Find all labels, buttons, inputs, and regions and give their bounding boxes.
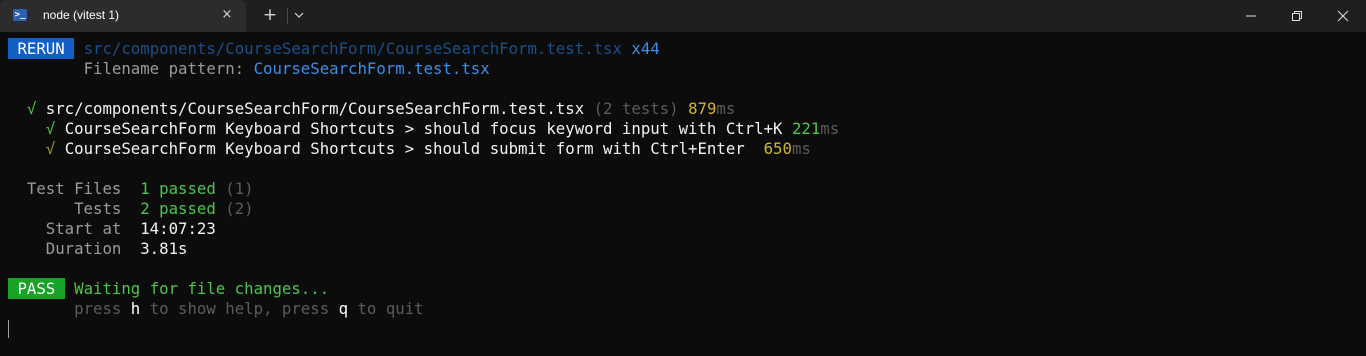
help-text: press [74, 299, 131, 318]
tab-separator [287, 8, 288, 24]
close-icon [1337, 10, 1349, 22]
summary-label: Test Files [26, 179, 141, 198]
help-text: to show help, press [140, 299, 339, 318]
file-path: src/components/CourseSearchForm/CourseSe… [45, 99, 585, 118]
file-time: 879 [688, 99, 717, 118]
rerun-badge: RERUN [8, 38, 75, 59]
minimize-button[interactable] [1228, 0, 1274, 32]
help-key-q: q [338, 299, 349, 318]
summary-label: Tests [26, 199, 141, 218]
new-tab-button[interactable]: + [260, 5, 280, 25]
summary-label: Duration [26, 239, 141, 258]
summary-test-files: Test Files 1 passed (1) [8, 179, 254, 199]
waiting-message: Waiting for file changes... [74, 279, 330, 298]
summary-total: (2) [215, 199, 254, 218]
pattern-label: Filename pattern: [83, 59, 254, 78]
test-result-line: √ CourseSearchForm Keyboard Shortcuts > … [8, 119, 839, 139]
test-time-unit: ms [791, 139, 811, 158]
summary-duration: Duration 3.81s [8, 239, 188, 259]
text-cursor [8, 320, 9, 338]
filename-pattern-line: Filename pattern: CourseSearchForm.test.… [8, 59, 490, 79]
help-key-h: h [130, 299, 141, 318]
test-time: 650 [763, 139, 792, 158]
summary-label: Start at [26, 219, 141, 238]
terminal-output[interactable]: RERUN src/components/CourseSearchForm/Co… [0, 32, 1366, 356]
restore-icon [1292, 11, 1302, 21]
tab-title: node (vitest 1) [43, 8, 120, 22]
summary-tests: Tests 2 passed (2) [8, 199, 254, 219]
help-line: press h to show help, press q to quit [8, 299, 424, 319]
check-icon: √ [45, 119, 56, 138]
summary-value: 3.81s [140, 239, 188, 258]
restore-button[interactable] [1274, 0, 1320, 32]
summary-total: (1) [215, 179, 254, 198]
close-tab-button[interactable]: × [219, 7, 235, 23]
summary-passed: 1 passed [140, 179, 216, 198]
pass-badge: PASS [8, 278, 65, 299]
powershell-icon: >_ [13, 9, 27, 21]
test-count: (2 tests) [593, 99, 679, 118]
rerun-line: RERUN src/components/CourseSearchForm/Co… [8, 38, 660, 59]
terminal-tab[interactable]: >_ node (vitest 1) × [0, 0, 246, 32]
pattern-value: CourseSearchForm.test.tsx [253, 59, 490, 78]
rerun-path: src/components/CourseSearchForm/CourseSe… [83, 39, 622, 58]
help-text: to quit [348, 299, 424, 318]
test-result-line: √ CourseSearchForm Keyboard Shortcuts > … [8, 139, 811, 159]
file-time-unit: ms [716, 99, 736, 118]
minimize-icon [1246, 15, 1256, 17]
title-bar: >_ node (vitest 1) × + [0, 0, 1366, 32]
rerun-count: x44 [631, 39, 660, 58]
check-icon: √ [45, 139, 56, 158]
test-time-unit: ms [820, 119, 840, 138]
summary-passed: 2 passed [140, 199, 216, 218]
test-name: CourseSearchForm Keyboard Shortcuts > sh… [64, 139, 755, 158]
summary-start: Start at 14:07:23 [8, 219, 216, 239]
test-name: CourseSearchForm Keyboard Shortcuts > sh… [64, 119, 783, 138]
close-window-button[interactable] [1320, 0, 1366, 32]
check-icon: √ [26, 99, 37, 118]
pass-line: PASS Waiting for file changes... [8, 278, 330, 299]
file-result-line: √ src/components/CourseSearchForm/Course… [8, 99, 735, 119]
chevron-down-icon[interactable] [290, 6, 308, 24]
summary-value: 14:07:23 [140, 219, 216, 238]
scrollbar[interactable] [1356, 32, 1366, 356]
test-time: 221 [791, 119, 821, 138]
